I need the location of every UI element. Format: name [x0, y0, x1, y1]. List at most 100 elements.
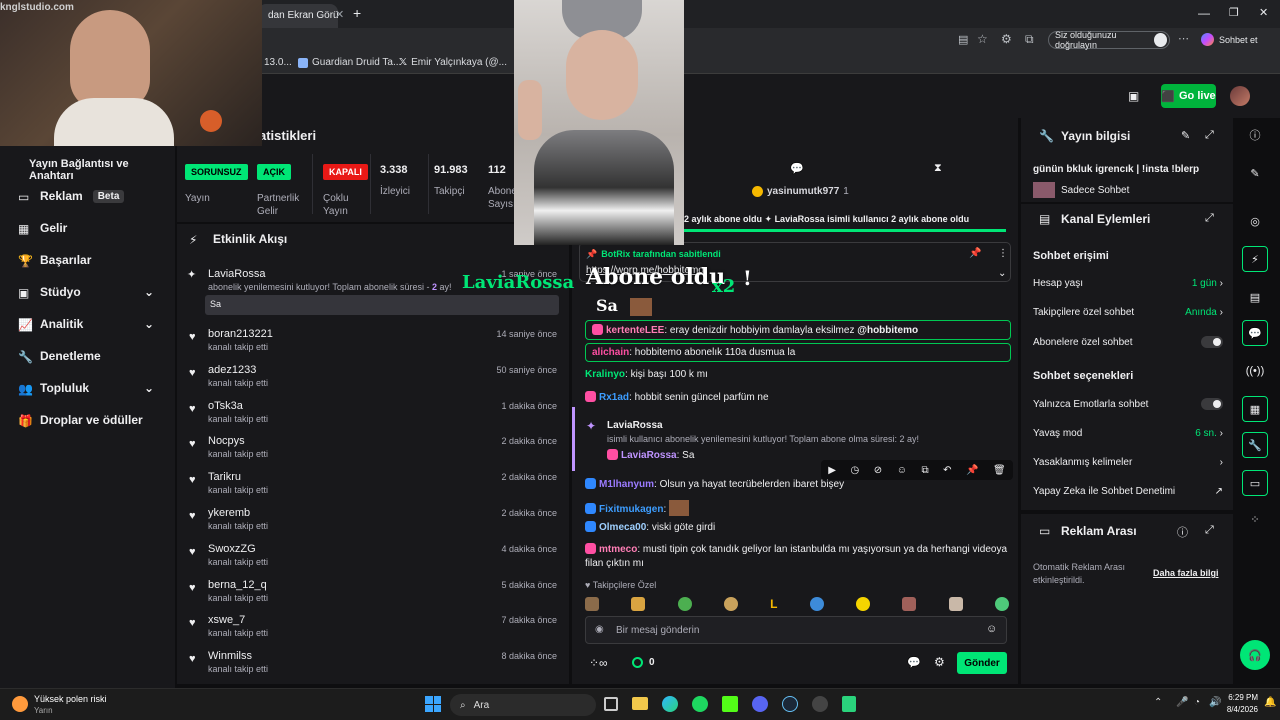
bits-icon[interactable]: ◉ — [595, 624, 604, 635]
unpin-icon[interactable]: 📌 — [969, 248, 981, 259]
chat-username[interactable]: alichain — [592, 347, 629, 358]
timeout-icon[interactable]: ◷ — [851, 465, 860, 476]
support-headset-icon[interactable]: 🎧 — [1240, 640, 1270, 670]
notification-bell-icon[interactable]: 🔔 — [1264, 697, 1276, 708]
sidebar-item-community[interactable]: 👥 Topluluk ⌄ — [18, 381, 168, 396]
chat-message[interactable]: M1lhanyum: Olsun ya hayat tecrübelerden … — [585, 478, 1009, 490]
emote-picker-icon[interactable]: ☺ — [986, 623, 997, 635]
chat-username[interactable]: kertenteLEE — [606, 325, 664, 336]
notes-app-icon[interactable] — [842, 696, 856, 712]
emote-icon[interactable] — [631, 597, 646, 611]
reaction-icon[interactable]: ⁘∞ — [589, 656, 608, 670]
clock-time[interactable]: 6:29 PM — [1226, 693, 1258, 702]
stream-category[interactable]: Sadece Sohbet — [1033, 182, 1129, 198]
play-icon[interactable]: ▶ — [828, 465, 836, 476]
wrench-icon[interactable]: 🔧 — [1242, 432, 1268, 458]
learn-more-link[interactable]: Daha fazla bilgi — [1153, 568, 1219, 578]
extensions-icon[interactable]: ⚙ — [1001, 32, 1012, 46]
emote-icon[interactable]: ☺ — [897, 465, 907, 476]
chat-mention[interactable]: @hobbitemo — [857, 325, 918, 336]
maximize-icon[interactable]: ❐ — [1229, 6, 1239, 19]
chevron-up-icon[interactable]: ⌃ — [1154, 697, 1162, 708]
taskbar-search[interactable]: ⌕ Ara — [450, 694, 596, 716]
emote-icon[interactable] — [677, 597, 692, 611]
chat-username[interactable]: Olmeca00 — [599, 522, 646, 533]
chat-username[interactable]: Rx1ad — [599, 392, 629, 403]
sidebar-item-moderation[interactable]: 🔧 Denetleme — [18, 349, 168, 364]
follow-event[interactable]: ♥ ykeremb kanalı takip etti 2 dakika önce — [185, 507, 561, 537]
window-icon[interactable]: ▭ — [1242, 470, 1268, 496]
sidebar-item-ads[interactable]: ▭ Reklam Beta — [18, 189, 168, 204]
favorite-star-icon[interactable]: ☆ — [977, 32, 988, 46]
reader-icon[interactable]: ▤ — [958, 33, 968, 46]
tab-close-icon[interactable]: ✕ — [335, 8, 344, 21]
chat-message[interactable]: alichain: hobbitemo abonelık 110a dusmua… — [585, 343, 1011, 362]
edit-pencil-icon[interactable]: ✎ — [1242, 160, 1268, 186]
clock-date[interactable]: 8/4/2026 — [1224, 705, 1258, 714]
more-vertical-icon[interactable]: ⋮ — [998, 248, 1008, 259]
popout-icon[interactable]: ⤢ — [1205, 129, 1214, 142]
emote-icon[interactable] — [585, 597, 599, 611]
follow-event[interactable]: ♥ SwoxzZG kanalı takip etti 4 dakika önce — [185, 543, 561, 573]
spotify-icon[interactable] — [692, 696, 708, 712]
chat-username[interactable]: Kralinyo — [585, 369, 625, 380]
edge-browser-icon[interactable] — [662, 696, 678, 712]
ai-moderation-row[interactable]: Yapay Zeka ile Sohbet Denetimi ↗ — [1033, 486, 1223, 497]
actions-icon[interactable]: ▦ — [1242, 396, 1268, 422]
popout-icon[interactable]: ⤢ — [1205, 524, 1214, 537]
chat-icon[interactable]: 💬 — [790, 162, 804, 175]
banned-words-row[interactable]: Yasaklanmış kelimeler › — [1033, 457, 1223, 468]
wifi-icon[interactable]: ◔ — [1194, 697, 1200, 708]
follow-event[interactable]: ♥ Winmilss kanalı takip etti 8 dakika önce — [185, 650, 561, 680]
info-icon[interactable]: ⓘ — [1177, 524, 1188, 540]
avatar[interactable] — [1230, 86, 1250, 106]
emote-icon[interactable] — [994, 597, 1009, 611]
chat-input[interactable]: ◉ Bir mesaj gönderin ☺ — [585, 616, 1007, 644]
resub-username[interactable]: LaviaRossa — [607, 420, 663, 431]
chat-message[interactable]: kertenteLEE: eray denizdir hobbiyim daml… — [585, 320, 1011, 340]
follow-event[interactable]: ♥ Nocpys kanalı takip etti 2 dakika önce — [185, 435, 561, 465]
account-age-row[interactable]: Hesap yaşı 1 gün › — [1033, 278, 1223, 289]
kick-icon[interactable] — [722, 696, 738, 712]
channel-points[interactable]: 0 — [632, 657, 655, 668]
popout-icon[interactable]: ⤢ — [1205, 212, 1214, 225]
follow-event[interactable]: ♥ oTsk3a kanalı takip etti 1 dakika önce — [185, 400, 561, 430]
sidebar-item-revenue[interactable]: ▦ Gelir — [18, 221, 168, 236]
broadcast-icon[interactable]: ((•)) — [1242, 358, 1268, 384]
copilot-chat-label[interactable]: Sohbet et — [1219, 35, 1258, 45]
chat-message[interactable]: Kralinyo: kişi başı 100 k mı — [585, 369, 1009, 380]
delete-icon[interactable]: 🗑 — [993, 465, 1006, 476]
ban-icon[interactable]: ⊘ — [874, 465, 882, 476]
chevron-down-icon[interactable]: ⌄ — [998, 268, 1006, 279]
sidebar-item-studio[interactable]: ▣ Stüdyo ⌄ — [18, 285, 168, 300]
sidebar-item-drops[interactable]: 🎁 Droplar ve ödüller — [18, 413, 168, 428]
broadcast-icon[interactable]: ▣ — [1128, 89, 1139, 103]
emote-icon[interactable] — [902, 597, 917, 611]
follow-event[interactable]: ♥ boran213221 kanalı takip etti 14 saniye ö… — [185, 328, 561, 358]
sub-only-toggle[interactable] — [1201, 336, 1223, 348]
discord-icon[interactable] — [752, 696, 768, 712]
minimize-icon[interactable]: — — [1198, 6, 1210, 20]
reply-icon[interactable]: ↶ — [943, 465, 951, 476]
sidebar-item-analytics[interactable]: 📈 Analitik ⌄ — [18, 317, 168, 332]
new-tab-icon[interactable]: + — [353, 5, 361, 21]
weather-title[interactable]: Yüksek polen riski — [34, 694, 107, 704]
settings-gear-icon[interactable]: ⚙ — [934, 655, 945, 669]
emote-icon[interactable] — [723, 597, 738, 611]
weather-icon[interactable] — [12, 696, 28, 712]
windows-start-icon[interactable] — [425, 696, 441, 712]
chat-message[interactable]: Rx1ad: hobbit senin güncel parfüm ne — [585, 391, 1009, 403]
chat-username[interactable]: mtmeco — [599, 544, 637, 555]
lightning-icon[interactable]: ⚡ — [1242, 246, 1268, 272]
verify-identity-button[interactable]: Siz olduğunuzu doğrulayın — [1048, 30, 1170, 50]
follow-event[interactable]: ♥ xswe_7 kanalı takip etti 7 dakika önce — [185, 614, 561, 644]
copy-icon[interactable]: ⧉ — [921, 465, 928, 476]
top-gifter[interactable]: yasinumutk977 1 — [752, 186, 849, 197]
chat-username[interactable]: M1lhanyum — [599, 479, 654, 490]
browser-tab[interactable]: dan Ekran Görün — [258, 4, 338, 28]
emote-only-toggle[interactable] — [1201, 398, 1223, 410]
bookmark-item[interactable]: 𝕏 Emir Yalçınkaya (@... — [399, 57, 507, 68]
follower-only-row[interactable]: Takipçilere özel sohbet Anında › — [1033, 307, 1223, 318]
go-live-button[interactable]: ⬛ Go live — [1161, 84, 1216, 108]
hourglass-icon[interactable]: ⧗ — [934, 162, 942, 175]
